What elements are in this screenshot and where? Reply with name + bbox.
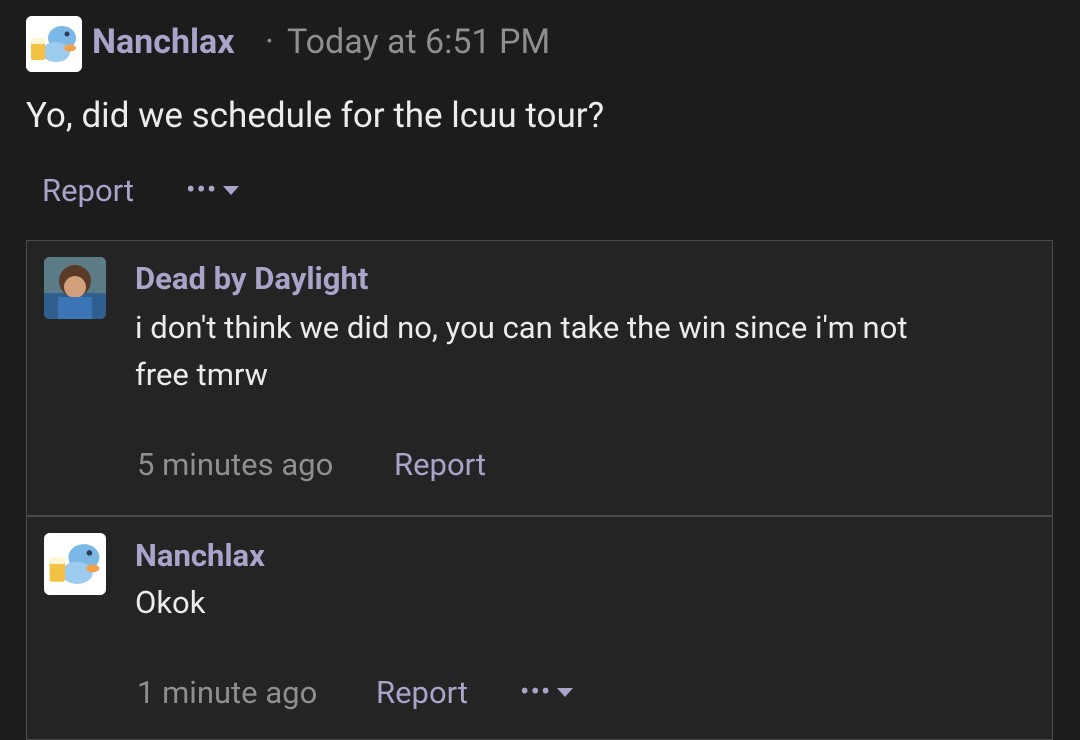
reply-avatar[interactable]: [44, 533, 106, 595]
ellipsis-icon: •••: [186, 173, 218, 206]
author-name[interactable]: Nanchlax: [92, 22, 235, 62]
report-link[interactable]: Report: [42, 172, 134, 209]
reply-timestamp: 1 minute ago: [137, 674, 318, 711]
report-link[interactable]: Report: [394, 446, 486, 483]
post-separator: ·: [265, 22, 274, 62]
report-link[interactable]: Report: [376, 674, 468, 711]
author-avatar[interactable]: [26, 16, 82, 72]
ellipsis-icon: •••: [520, 675, 552, 708]
reply-message-line: i don't think we did no, you can take th…: [135, 309, 908, 346]
reply-author[interactable]: Dead by Daylight: [135, 260, 368, 297]
reply-avatar[interactable]: [44, 257, 106, 319]
reply-divider: [26, 515, 1053, 517]
post-timestamp: Today at 6:51 PM: [287, 22, 551, 62]
chevron-down-icon: [223, 185, 240, 195]
reply-message-line: free tmrw: [135, 356, 268, 393]
post-message: Yo, did we schedule for the lcuu tour?: [26, 95, 605, 136]
more-menu-button[interactable]: •••: [520, 675, 574, 708]
more-menu-button[interactable]: •••: [186, 173, 240, 206]
reply-timestamp: 5 minutes ago: [137, 446, 334, 483]
reply-message: Okok: [135, 584, 206, 621]
reply-author[interactable]: Nanchlax: [135, 537, 265, 574]
chevron-down-icon: [557, 687, 574, 697]
